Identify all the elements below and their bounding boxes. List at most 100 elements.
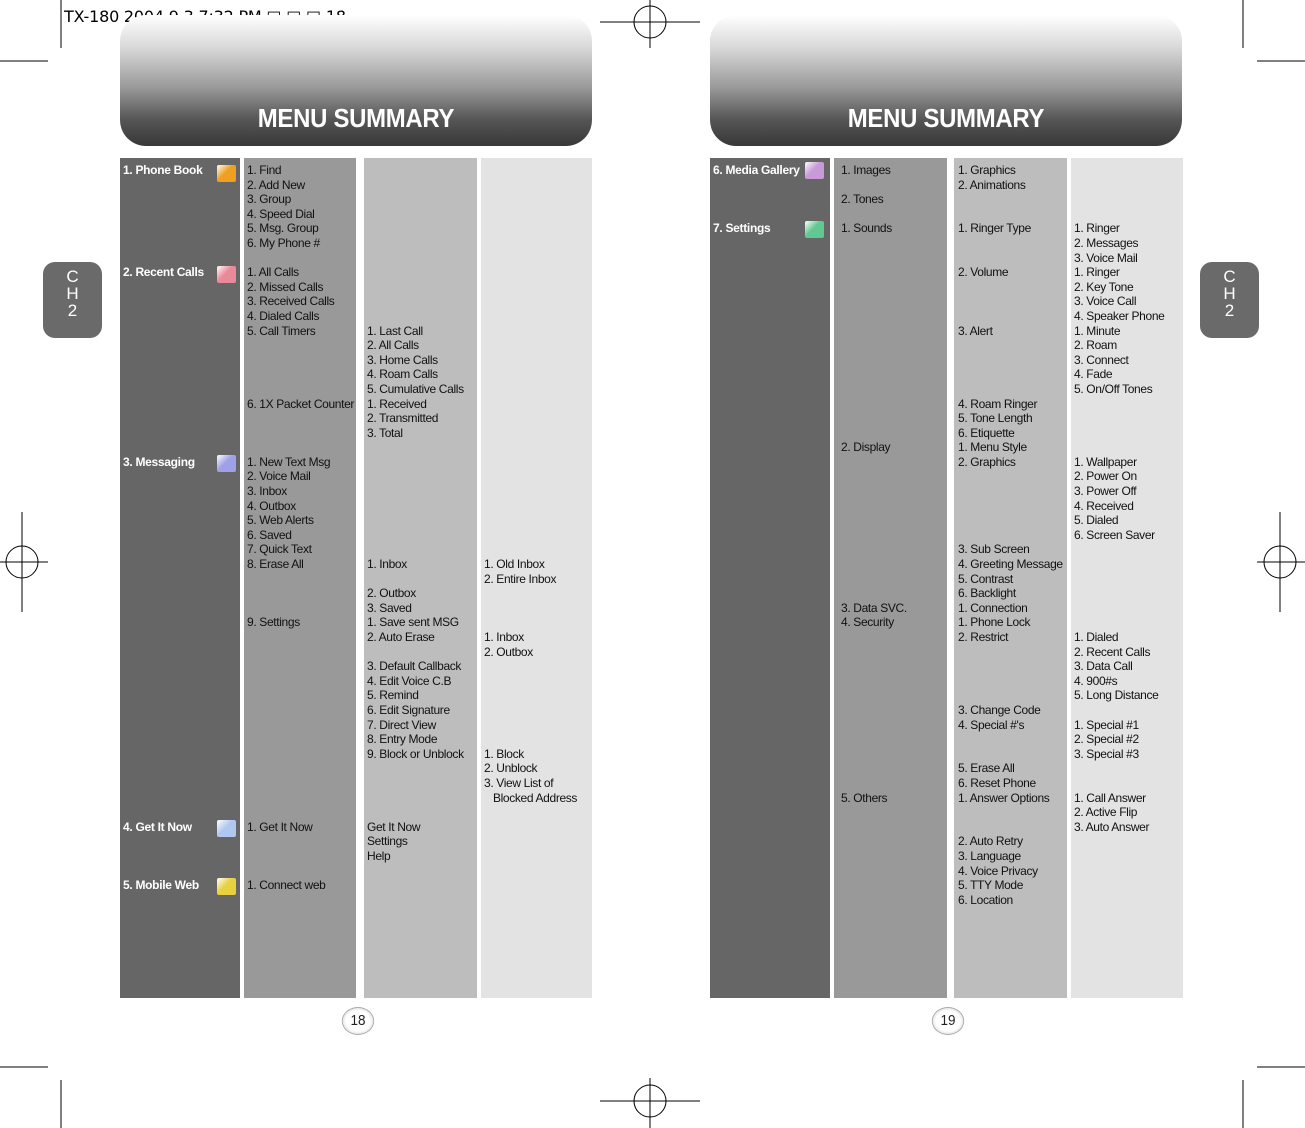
menu-item: 1. Sounds: [841, 221, 892, 236]
menu-item: 1. Phone Lock: [958, 615, 1031, 630]
menu-spacer: [484, 513, 592, 528]
menu-spacer: [247, 805, 356, 820]
menu-spacer: [247, 572, 356, 587]
menu-spacer: [841, 630, 947, 645]
menu-spacer: [123, 586, 240, 601]
menu-item: 2. Recent Calls: [1074, 644, 1151, 659]
menu-item: 4. Speaker Phone: [1074, 308, 1165, 323]
menu-item: 4. Outbox: [247, 498, 296, 513]
menu-item: 7. Quick Text: [247, 542, 312, 557]
menu-spacer: [841, 499, 947, 514]
menu-spacer: [958, 382, 1067, 397]
menu-item: 2. Outbox: [484, 644, 533, 659]
menu-item: 3. Inbox: [247, 484, 287, 499]
menu-item: 3. Sub Screen: [958, 542, 1030, 557]
menu-spacer: [484, 309, 592, 324]
menu-item: 1. Save sent MSG: [367, 615, 459, 630]
menu-spacer: [123, 645, 240, 660]
menu-spacer: [247, 353, 356, 368]
menu-item: 7. Direct View: [367, 717, 436, 732]
menu-spacer: [484, 411, 592, 426]
menu-spacer: [367, 455, 477, 470]
menu-item: 3. Alert: [958, 323, 993, 338]
page-title: MENU SUMMARY: [847, 103, 1045, 133]
menu-spacer: [841, 294, 947, 309]
menu-item: 9. Settings: [247, 615, 300, 630]
menu-item: 8. Erase All: [247, 557, 304, 572]
menu-spacer: [841, 178, 947, 193]
menu-item: 1. Ringer: [1074, 265, 1120, 280]
menu-spacer: [247, 659, 356, 674]
right-page-header: MENU SUMMARY: [710, 15, 1182, 146]
menu-spacer: [958, 484, 1067, 499]
menu-spacer: [247, 761, 356, 776]
chapter-letter: C: [66, 267, 79, 286]
menu-spacer: [123, 688, 240, 703]
menu-item: 4. Roam Calls: [367, 367, 438, 382]
menu-spacer: [484, 484, 592, 499]
menu-item: Get It Now: [367, 819, 421, 834]
menu-spacer: [367, 265, 477, 280]
menu-spacer: [247, 747, 356, 762]
menu-item: 3. Received Calls: [247, 294, 335, 309]
menu-spacer: [484, 426, 592, 441]
menu-item: 6. Etiquette: [958, 425, 1015, 440]
chapter-tab-right: C H 2: [1200, 262, 1259, 338]
menu-spacer: [841, 280, 947, 295]
menu-spacer: [841, 411, 947, 426]
media-gallery-icon: [805, 162, 824, 179]
menu-item: 1. Received: [367, 396, 427, 411]
menu-spacer: [247, 367, 356, 382]
menu-spacer: [484, 586, 592, 601]
menu-spacer: [247, 849, 356, 864]
menu-spacer: [958, 499, 1067, 514]
menu-spacer: [123, 440, 240, 455]
menu-spacer: [123, 791, 240, 806]
menu-spacer: [841, 542, 947, 557]
menu-item: 5. On/Off Tones: [1074, 381, 1153, 396]
menu-spacer: [367, 484, 477, 499]
menu-item: 9. Block or Unblock: [367, 746, 464, 761]
menu-spacer: [841, 338, 947, 353]
menu-spacer: [841, 586, 947, 601]
menu-spacer: [841, 484, 947, 499]
menu-spacer: [123, 805, 240, 820]
menu-item: 3. Data SVC.: [841, 600, 907, 615]
menu-spacer: [484, 236, 592, 251]
menu-column-level-4: 1. Ringer 2. Messages 3. Voice Mail 1. Ring…: [1071, 158, 1183, 998]
menu-item: 5. Dialed: [1074, 513, 1119, 528]
menu-spacer: [484, 192, 592, 207]
chapter-letter: H: [1223, 284, 1236, 303]
menu-item: 3. Change Code: [958, 702, 1041, 717]
menu-spacer: [484, 732, 592, 747]
menu-item: 1. All Calls: [247, 265, 299, 280]
menu-spacer: [484, 397, 592, 412]
menu-spacer: [958, 353, 1067, 368]
menu-item: 4. Dialed Calls: [247, 308, 320, 323]
menu-item: 1. Wallpaper: [1074, 454, 1137, 469]
menu-column-level-3: 1. Graphics 2. Animations 1. Ringer Type 2.…: [954, 158, 1067, 998]
menu-item: 3. Group: [247, 192, 291, 207]
menu-item: 8. Entry Mode: [367, 732, 438, 747]
menu-item: 2. Missed Calls: [247, 279, 324, 294]
menu-item: 3. Auto Answer: [1074, 819, 1150, 834]
menu-spacer: [841, 426, 947, 441]
menu-spacer: [247, 645, 356, 660]
menu-spacer: [841, 353, 947, 368]
menu-spacer: [247, 732, 356, 747]
menu-spacer: [841, 324, 947, 339]
menu-item: 2. Volume: [958, 265, 1009, 280]
menu-item: 4. Speed Dial: [247, 206, 315, 221]
menu-spacer: [841, 513, 947, 528]
menu-spacer: [367, 221, 477, 236]
menu-spacer: [841, 265, 947, 280]
menu-item: 2. Graphics: [958, 454, 1016, 469]
menu-spacer: [247, 630, 356, 645]
menu-spacer: [247, 426, 356, 441]
menu-item: 3. Power Off: [1074, 484, 1137, 499]
menu-spacer: [123, 572, 240, 587]
menu-spacer: [123, 659, 240, 674]
menu-item: 5. Others: [841, 790, 888, 805]
menu-item: 2. Messages: [1074, 235, 1139, 250]
menu-spacer: [958, 645, 1067, 660]
